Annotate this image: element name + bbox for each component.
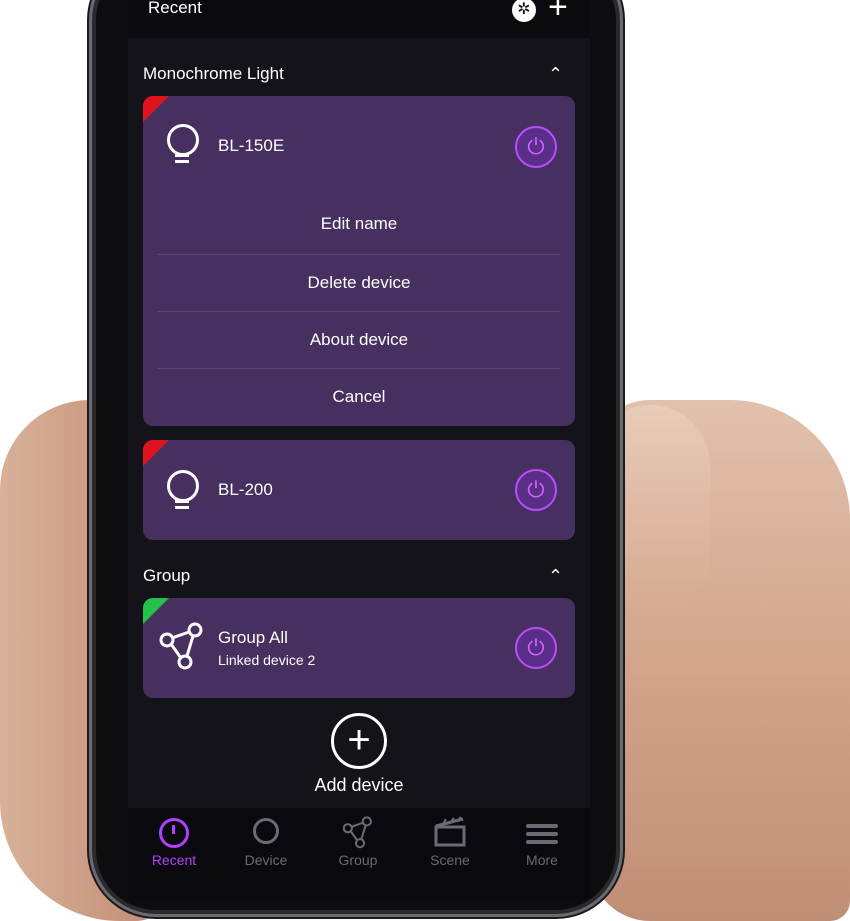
chevron-up-icon[interactable]: ⌃ [548,64,563,85]
top-bar: Recent ✲ + [128,0,590,38]
section-title-group: Group [143,566,191,585]
status-indicator [143,96,169,122]
nav-label: More [526,852,558,868]
nav-scene[interactable]: Scene [406,816,494,868]
status-indicator [143,440,169,466]
clock-icon [159,818,189,848]
clapperboard-icon [406,816,494,852]
delete-device-button[interactable]: Delete device [158,254,560,311]
section-title-monochrome: Monochrome Light [143,64,284,83]
device-card-bl200[interactable]: BL-200 ⏻ [143,440,575,540]
power-button[interactable]: ⏻ [515,469,557,511]
page-title: Recent [148,0,202,17]
group-icon [314,816,402,852]
app-screen: Recent ✲ + Monochrome Light ⌃ BL-150E ⏻ … [128,0,590,900]
add-device-button[interactable]: + [331,713,387,769]
device-name: BL-200 [218,480,273,499]
bulb-icon [165,124,199,164]
edit-name-button[interactable]: Edit name [158,196,560,252]
bulb-icon [165,470,199,510]
nav-more[interactable]: More [498,816,586,868]
nav-group[interactable]: Group [314,816,402,868]
nav-device[interactable]: Device [222,816,310,868]
group-name: Group All [218,628,288,647]
group-icon [159,622,203,670]
power-button[interactable]: ⏻ [515,126,557,168]
bulb-icon [253,818,279,844]
power-button[interactable]: ⏻ [515,627,557,669]
nav-recent[interactable]: Recent [130,816,218,868]
device-name: BL-150E [218,136,285,155]
add-device-label: Add device [314,775,404,795]
nav-label: Recent [151,852,197,868]
nav-label: Device [244,852,288,868]
nav-label: Scene [430,852,470,868]
about-device-button[interactable]: About device [158,311,560,368]
list-icon [526,820,558,848]
nav-label: Group [338,852,378,868]
plus-icon[interactable]: + [548,0,568,24]
cancel-button[interactable]: Cancel [158,368,560,425]
group-subtitle: Linked device 2 [218,652,316,668]
thumb [600,405,710,605]
group-card-all[interactable]: Group All Linked device 2 ⏻ [143,598,575,698]
status-indicator [143,598,169,624]
bluetooth-icon[interactable]: ✲ [512,0,536,22]
chevron-up-icon[interactable]: ⌃ [548,566,563,587]
bottom-nav: Recent Device Group Scene More [128,808,590,900]
device-card-bl150e[interactable]: BL-150E ⏻ Edit name Delete device About … [143,96,575,426]
